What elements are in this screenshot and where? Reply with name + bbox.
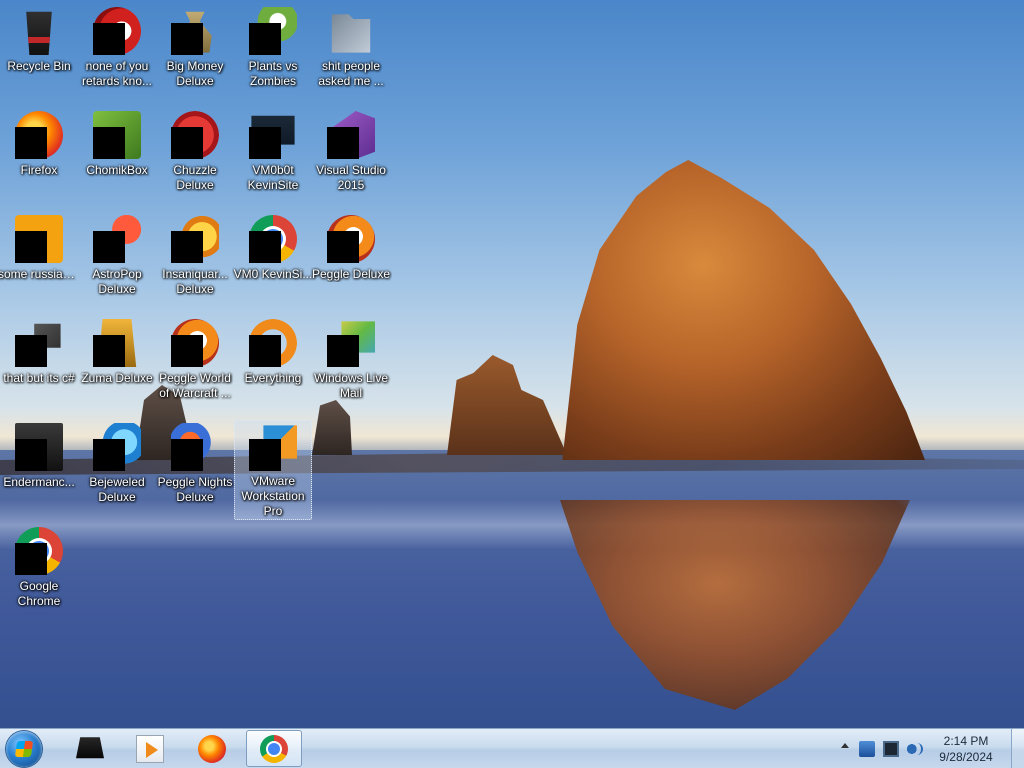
desktop[interactable]: Recycle Bin Firefox some russian ran a r…: [0, 0, 1024, 728]
redaction-box: [93, 231, 125, 263]
desktop-icon-vm0b0t-kevinsite[interactable]: VM0b0t KevinSite: [234, 108, 312, 208]
desktop-icon-label: Endermanc...: [3, 475, 75, 489]
desktop-icon-endermanch[interactable]: Endermanc...: [0, 420, 78, 520]
desktop-icon-label: Windows Live Mail: [313, 371, 389, 400]
redaction-box: [93, 335, 125, 367]
redaction-box: [93, 23, 125, 55]
desktop-icon-that-but-csharp[interactable]: that but its c#: [0, 316, 78, 416]
redaction-box: [15, 335, 47, 367]
terminal-icon: [76, 737, 104, 759]
desktop-icon-big-money-deluxe[interactable]: Big Money Deluxe: [156, 4, 234, 104]
redaction-box: [249, 127, 281, 159]
desktop-icon-label: some russian ran a rat: [0, 267, 80, 281]
desktop-icon-visual-studio-2015[interactable]: Visual Studio 2015: [312, 108, 390, 208]
desktop-icon-astropop-deluxe[interactable]: AstroPop Deluxe: [78, 212, 156, 312]
desktop-icon-label: that but its c#: [3, 371, 75, 385]
volume-icon[interactable]: [907, 741, 923, 757]
desktop-icon-label: Zuma Deluxe: [81, 371, 153, 385]
redaction-box: [249, 335, 281, 367]
system-tray: 2:14 PM 9/28/2024: [839, 729, 1024, 768]
desktop-icon-bejeweled-deluxe[interactable]: Bejeweled Deluxe: [78, 420, 156, 520]
chrome-icon: [260, 734, 288, 763]
desktop-icon-everything[interactable]: Everything: [234, 316, 312, 416]
desktop-icon-zuma-deluxe[interactable]: Zuma Deluxe: [78, 316, 156, 416]
redaction-box: [327, 231, 359, 263]
taskbar-button-media-player[interactable]: [122, 730, 178, 767]
redaction-box: [171, 231, 203, 263]
desktop-icon-insaniquarium-deluxe[interactable]: Insaniquar... Deluxe: [156, 212, 234, 312]
clock[interactable]: 2:14 PM 9/28/2024: [931, 733, 1001, 765]
recycle-bin-icon: [26, 11, 52, 55]
taskbar-button-terminal[interactable]: [62, 730, 118, 767]
redaction-box: [15, 231, 47, 263]
redaction-box: [15, 543, 47, 575]
taskbar-button-chrome[interactable]: [246, 730, 302, 767]
clock-date: 9/28/2024: [939, 750, 993, 764]
desktop-icon-label: none of you retards kno...: [81, 59, 153, 88]
desktop-icon-label: ChomikBox: [86, 163, 148, 177]
desktop-icon-peggle-nights-deluxe[interactable]: Peggle Nights Deluxe: [156, 420, 234, 520]
desktop-icon-vmware-workstation-pro[interactable]: VMware Workstation Pro: [234, 420, 312, 520]
taskbar: 2:14 PM 9/28/2024: [0, 728, 1024, 768]
desktop-icon-label: Insaniquar... Deluxe: [162, 267, 228, 296]
desktop-icon-label: Plants vs Zombies: [248, 59, 298, 88]
redaction-box: [249, 23, 281, 55]
desktop-icon-label: Peggle Nights Deluxe: [157, 475, 233, 504]
redaction-box: [171, 23, 203, 55]
redaction-box: [249, 231, 281, 263]
wallpaper-sea-stack: [447, 355, 567, 455]
firefox-icon: [198, 734, 226, 763]
desktop-icon-chuzzle-deluxe[interactable]: Chuzzle Deluxe: [156, 108, 234, 208]
desktop-icon-label: Peggle World of Warcraft ...: [159, 371, 231, 400]
desktop-icon-vm0-kevinsite[interactable]: VM0 KevinSi...: [234, 212, 312, 312]
redaction-box: [327, 127, 359, 159]
desktop-icon-shit-people-asked[interactable]: shit people asked me ...: [312, 4, 390, 104]
desktop-icon-label: Google Chrome: [17, 579, 61, 608]
desktop-icon-windows-live-mail[interactable]: Windows Live Mail: [312, 316, 390, 416]
bluetooth-icon[interactable]: [859, 741, 875, 757]
desktop-icon-label: VMware Workstation Pro: [241, 474, 305, 519]
start-button[interactable]: [6, 731, 42, 767]
redaction-box: [249, 439, 281, 471]
redaction-box: [171, 439, 203, 471]
desktop-icon-peggle-world-of-warcraft[interactable]: Peggle World of Warcraft ...: [156, 316, 234, 416]
desktop-icon-label: Everything: [244, 371, 302, 385]
redaction-box: [327, 335, 359, 367]
taskbar-button-firefox[interactable]: [184, 730, 240, 767]
desktop-icon-label: Peggle Deluxe: [311, 267, 391, 281]
desktop-icon-label: Chuzzle Deluxe: [173, 163, 217, 192]
desktop-icon-label: Recycle Bin: [7, 59, 71, 73]
desktop-icon-plants-vs-zombies[interactable]: Plants vs Zombies: [234, 4, 312, 104]
show-desktop-button[interactable]: [1011, 729, 1024, 768]
wallpaper-haystack-rock: [562, 160, 925, 460]
redaction-box: [171, 335, 203, 367]
desktop-icon-google-chrome[interactable]: Google Chrome: [0, 524, 78, 624]
desktop-icon-label: AstroPop Deluxe: [92, 267, 142, 296]
redaction-box: [171, 127, 203, 159]
desktop-icon-some-russian[interactable]: some russian ran a rat: [0, 212, 80, 312]
show-hidden-icons-icon[interactable]: [841, 743, 849, 748]
folder-icon: [331, 14, 371, 53]
desktop-icon-label: Bejeweled Deluxe: [89, 475, 145, 504]
redaction-box: [15, 439, 47, 471]
clock-time: 2:14 PM: [943, 734, 989, 748]
desktop-icon-label: VM0b0t KevinSite: [247, 163, 299, 192]
desktop-icon-label: Firefox: [20, 163, 58, 177]
desktop-icon-peggle-deluxe[interactable]: Peggle Deluxe: [312, 212, 390, 312]
network-icon[interactable]: [883, 741, 899, 757]
desktop-icon-none-of-you[interactable]: none of you retards kno...: [78, 4, 156, 104]
redaction-box: [93, 439, 125, 471]
desktop-icon-label: Visual Studio 2015: [316, 163, 386, 192]
redaction-box: [93, 127, 125, 159]
desktop-icon-label: shit people asked me ...: [318, 59, 384, 88]
desktop-icon-chomikbox[interactable]: ChomikBox: [78, 108, 156, 208]
desktop-icon-label: Big Money Deluxe: [166, 59, 224, 88]
media-player-icon: [136, 734, 164, 763]
redaction-box: [15, 127, 47, 159]
desktop-icon-firefox[interactable]: Firefox: [0, 108, 78, 208]
desktop-icon-recycle-bin[interactable]: Recycle Bin: [0, 4, 78, 104]
windows-logo-icon: [14, 741, 34, 757]
desktop-icon-label: VM0 KevinSi...: [233, 267, 313, 281]
